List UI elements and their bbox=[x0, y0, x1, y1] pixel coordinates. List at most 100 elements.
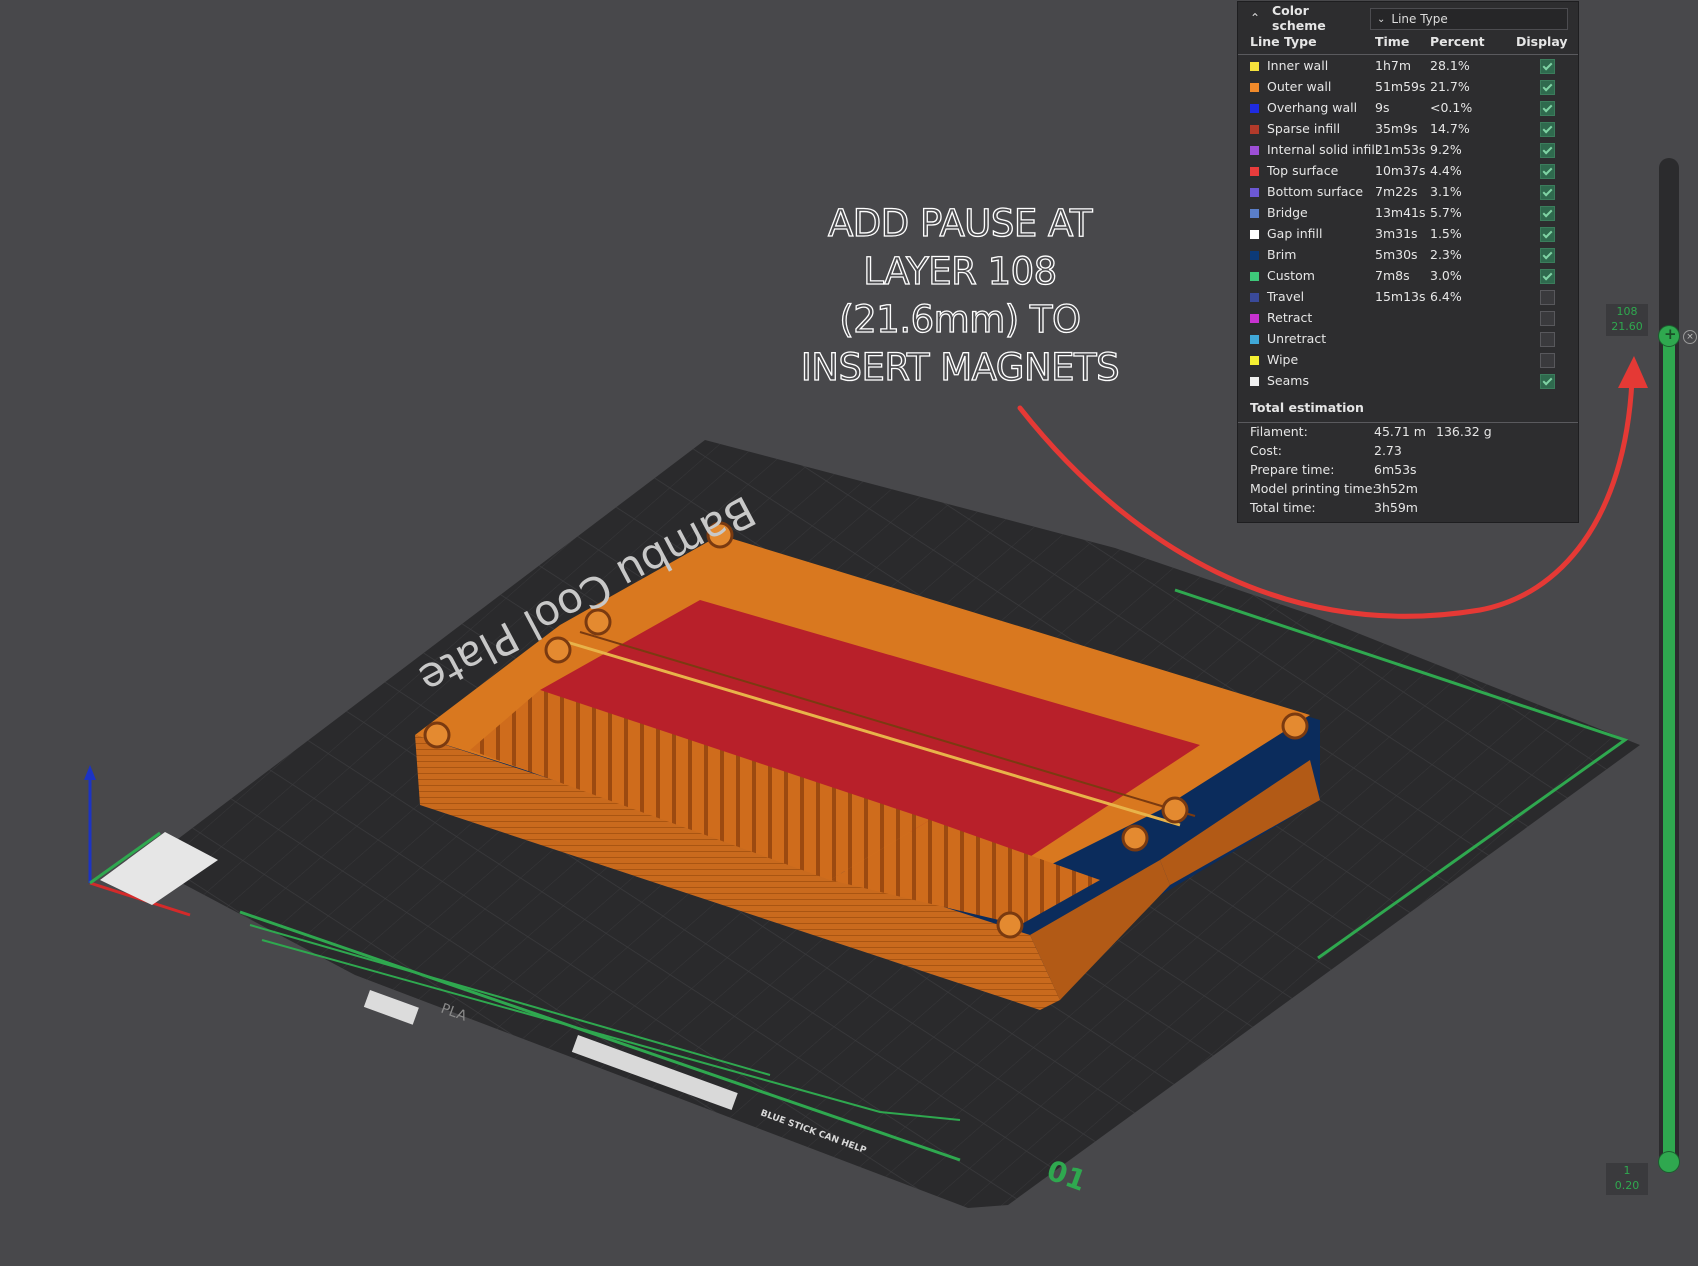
bottom-layer-number: 1 bbox=[1623, 1164, 1631, 1177]
display-checkbox[interactable] bbox=[1540, 122, 1555, 137]
line-type-name: Bottom surface bbox=[1267, 184, 1364, 199]
layer-slider-top-handle[interactable] bbox=[1659, 325, 1679, 346]
display-checkbox[interactable] bbox=[1540, 101, 1555, 116]
legend-row: Travel 15m13s 6.4% bbox=[1238, 287, 1578, 308]
bottom-layer-height: 0.20 bbox=[1614, 1179, 1640, 1192]
legend-row: Wipe bbox=[1238, 350, 1578, 371]
line-type-time: 51m59s bbox=[1375, 79, 1426, 94]
legend-row: Seams bbox=[1238, 371, 1578, 392]
collapse-icon[interactable]: ⌃ bbox=[1250, 11, 1268, 25]
color-swatch bbox=[1250, 125, 1259, 134]
color-swatch bbox=[1250, 230, 1259, 239]
display-checkbox[interactable] bbox=[1540, 59, 1555, 74]
bottom-layer-readout: 1 0.20 bbox=[1606, 1163, 1648, 1195]
line-type-percent: <0.1% bbox=[1430, 100, 1473, 115]
line-type-percent: 1.5% bbox=[1430, 226, 1462, 241]
color-swatch bbox=[1250, 335, 1259, 344]
line-type-time: 21m53s bbox=[1375, 142, 1426, 157]
line-type-percent: 5.7% bbox=[1430, 205, 1462, 220]
column-line-type: Line Type bbox=[1250, 34, 1317, 49]
line-type-time: 7m22s bbox=[1375, 184, 1418, 199]
chevron-down-icon: ⌄ bbox=[1377, 13, 1386, 25]
display-checkbox[interactable] bbox=[1540, 374, 1555, 389]
model-time-value: 3h52m bbox=[1374, 481, 1418, 496]
line-type-time: 35m9s bbox=[1375, 121, 1418, 136]
line-type-time: 7m8s bbox=[1375, 268, 1410, 283]
color-swatch bbox=[1250, 314, 1259, 323]
line-type-percent: 21.7% bbox=[1430, 79, 1470, 94]
line-type-time: 13m41s bbox=[1375, 205, 1426, 220]
line-type-time: 10m37s bbox=[1375, 163, 1426, 178]
close-icon[interactable]: × bbox=[1683, 330, 1697, 344]
line-type-name: Custom bbox=[1267, 268, 1315, 283]
line-type-name: Retract bbox=[1267, 310, 1313, 325]
cost-label: Cost: bbox=[1250, 443, 1283, 458]
line-type-name: Unretract bbox=[1267, 331, 1327, 346]
line-type-percent: 9.2% bbox=[1430, 142, 1462, 157]
line-type-time: 5m30s bbox=[1375, 247, 1418, 262]
layer-slider-range bbox=[1663, 338, 1675, 1163]
color-swatch bbox=[1250, 251, 1259, 260]
total-estimation-title: Total estimation bbox=[1250, 400, 1364, 415]
display-checkbox[interactable] bbox=[1540, 164, 1555, 179]
display-checkbox[interactable] bbox=[1540, 143, 1555, 158]
display-checkbox[interactable] bbox=[1540, 206, 1555, 221]
display-checkbox[interactable] bbox=[1540, 332, 1555, 347]
line-type-name: Travel bbox=[1267, 289, 1305, 304]
display-checkbox[interactable] bbox=[1540, 353, 1555, 368]
line-type-percent: 2.3% bbox=[1430, 247, 1462, 262]
legend-row: Inner wall 1h7m 28.1% bbox=[1238, 56, 1578, 77]
line-type-time: 1h7m bbox=[1375, 58, 1412, 73]
display-checkbox[interactable] bbox=[1540, 269, 1555, 284]
top-layer-number: 108 bbox=[1616, 305, 1638, 318]
display-checkbox[interactable] bbox=[1540, 227, 1555, 242]
filament-weight: 136.32 g bbox=[1436, 424, 1492, 439]
color-swatch bbox=[1250, 83, 1259, 92]
line-type-time: 15m13s bbox=[1375, 289, 1426, 304]
legend-panel: ⌃ Color scheme ⌄ Line Type Line Type Tim… bbox=[1238, 2, 1578, 522]
display-checkbox[interactable] bbox=[1540, 311, 1555, 326]
prepare-time-value: 6m53s bbox=[1374, 462, 1417, 477]
color-swatch bbox=[1250, 104, 1259, 113]
line-type-name: Overhang wall bbox=[1267, 100, 1358, 115]
color-swatch bbox=[1250, 209, 1259, 218]
line-type-name: Brim bbox=[1267, 247, 1297, 262]
display-checkbox[interactable] bbox=[1540, 185, 1555, 200]
color-scheme-label: Color scheme bbox=[1272, 3, 1326, 33]
display-checkbox[interactable] bbox=[1540, 248, 1555, 263]
pause-callout: ADD PAUSE AT LAYER 108 (21.6mm) TO INSER… bbox=[770, 200, 1150, 392]
display-checkbox[interactable] bbox=[1540, 290, 1555, 305]
line-type-percent: 14.7% bbox=[1430, 121, 1470, 136]
layer-slider-bottom-handle[interactable] bbox=[1659, 1152, 1679, 1172]
line-type-name: Internal solid infill bbox=[1267, 142, 1379, 157]
color-swatch bbox=[1250, 188, 1259, 197]
line-type-name: Seams bbox=[1267, 373, 1309, 388]
line-type-percent: 3.1% bbox=[1430, 184, 1462, 199]
legend-row: Top surface 10m37s 4.4% bbox=[1238, 161, 1578, 182]
total-time-value: 3h59m bbox=[1374, 500, 1418, 515]
filament-length: 45.71 m bbox=[1374, 424, 1426, 439]
cost-value: 2.73 bbox=[1374, 443, 1402, 458]
color-swatch bbox=[1250, 356, 1259, 365]
color-scheme-select[interactable]: ⌄ Line Type bbox=[1370, 8, 1568, 30]
color-swatch bbox=[1250, 272, 1259, 281]
line-type-percent: 6.4% bbox=[1430, 289, 1462, 304]
legend-row: Outer wall 51m59s 21.7% bbox=[1238, 77, 1578, 98]
color-swatch bbox=[1250, 377, 1259, 386]
column-time: Time bbox=[1375, 34, 1410, 49]
line-type-name: Top surface bbox=[1267, 163, 1339, 178]
callout-line: INSERT MAGNETS bbox=[800, 345, 1120, 389]
column-display: Display bbox=[1516, 34, 1568, 49]
legend-row: Sparse infill 35m9s 14.7% bbox=[1238, 119, 1578, 140]
display-checkbox[interactable] bbox=[1540, 80, 1555, 95]
line-type-percent: 3.0% bbox=[1430, 268, 1462, 283]
line-type-time: 9s bbox=[1375, 100, 1390, 115]
total-time-label: Total time: bbox=[1250, 500, 1316, 515]
legend-row: Overhang wall 9s <0.1% bbox=[1238, 98, 1578, 119]
callout-line: LAYER 108 bbox=[863, 249, 1058, 293]
callout-line: ADD PAUSE AT bbox=[827, 201, 1093, 245]
legend-row: Bridge 13m41s 5.7% bbox=[1238, 203, 1578, 224]
legend-row: Custom 7m8s 3.0% bbox=[1238, 266, 1578, 287]
legend-row: Gap infill 3m31s 1.5% bbox=[1238, 224, 1578, 245]
top-layer-readout: 108 21.60 bbox=[1606, 304, 1648, 336]
